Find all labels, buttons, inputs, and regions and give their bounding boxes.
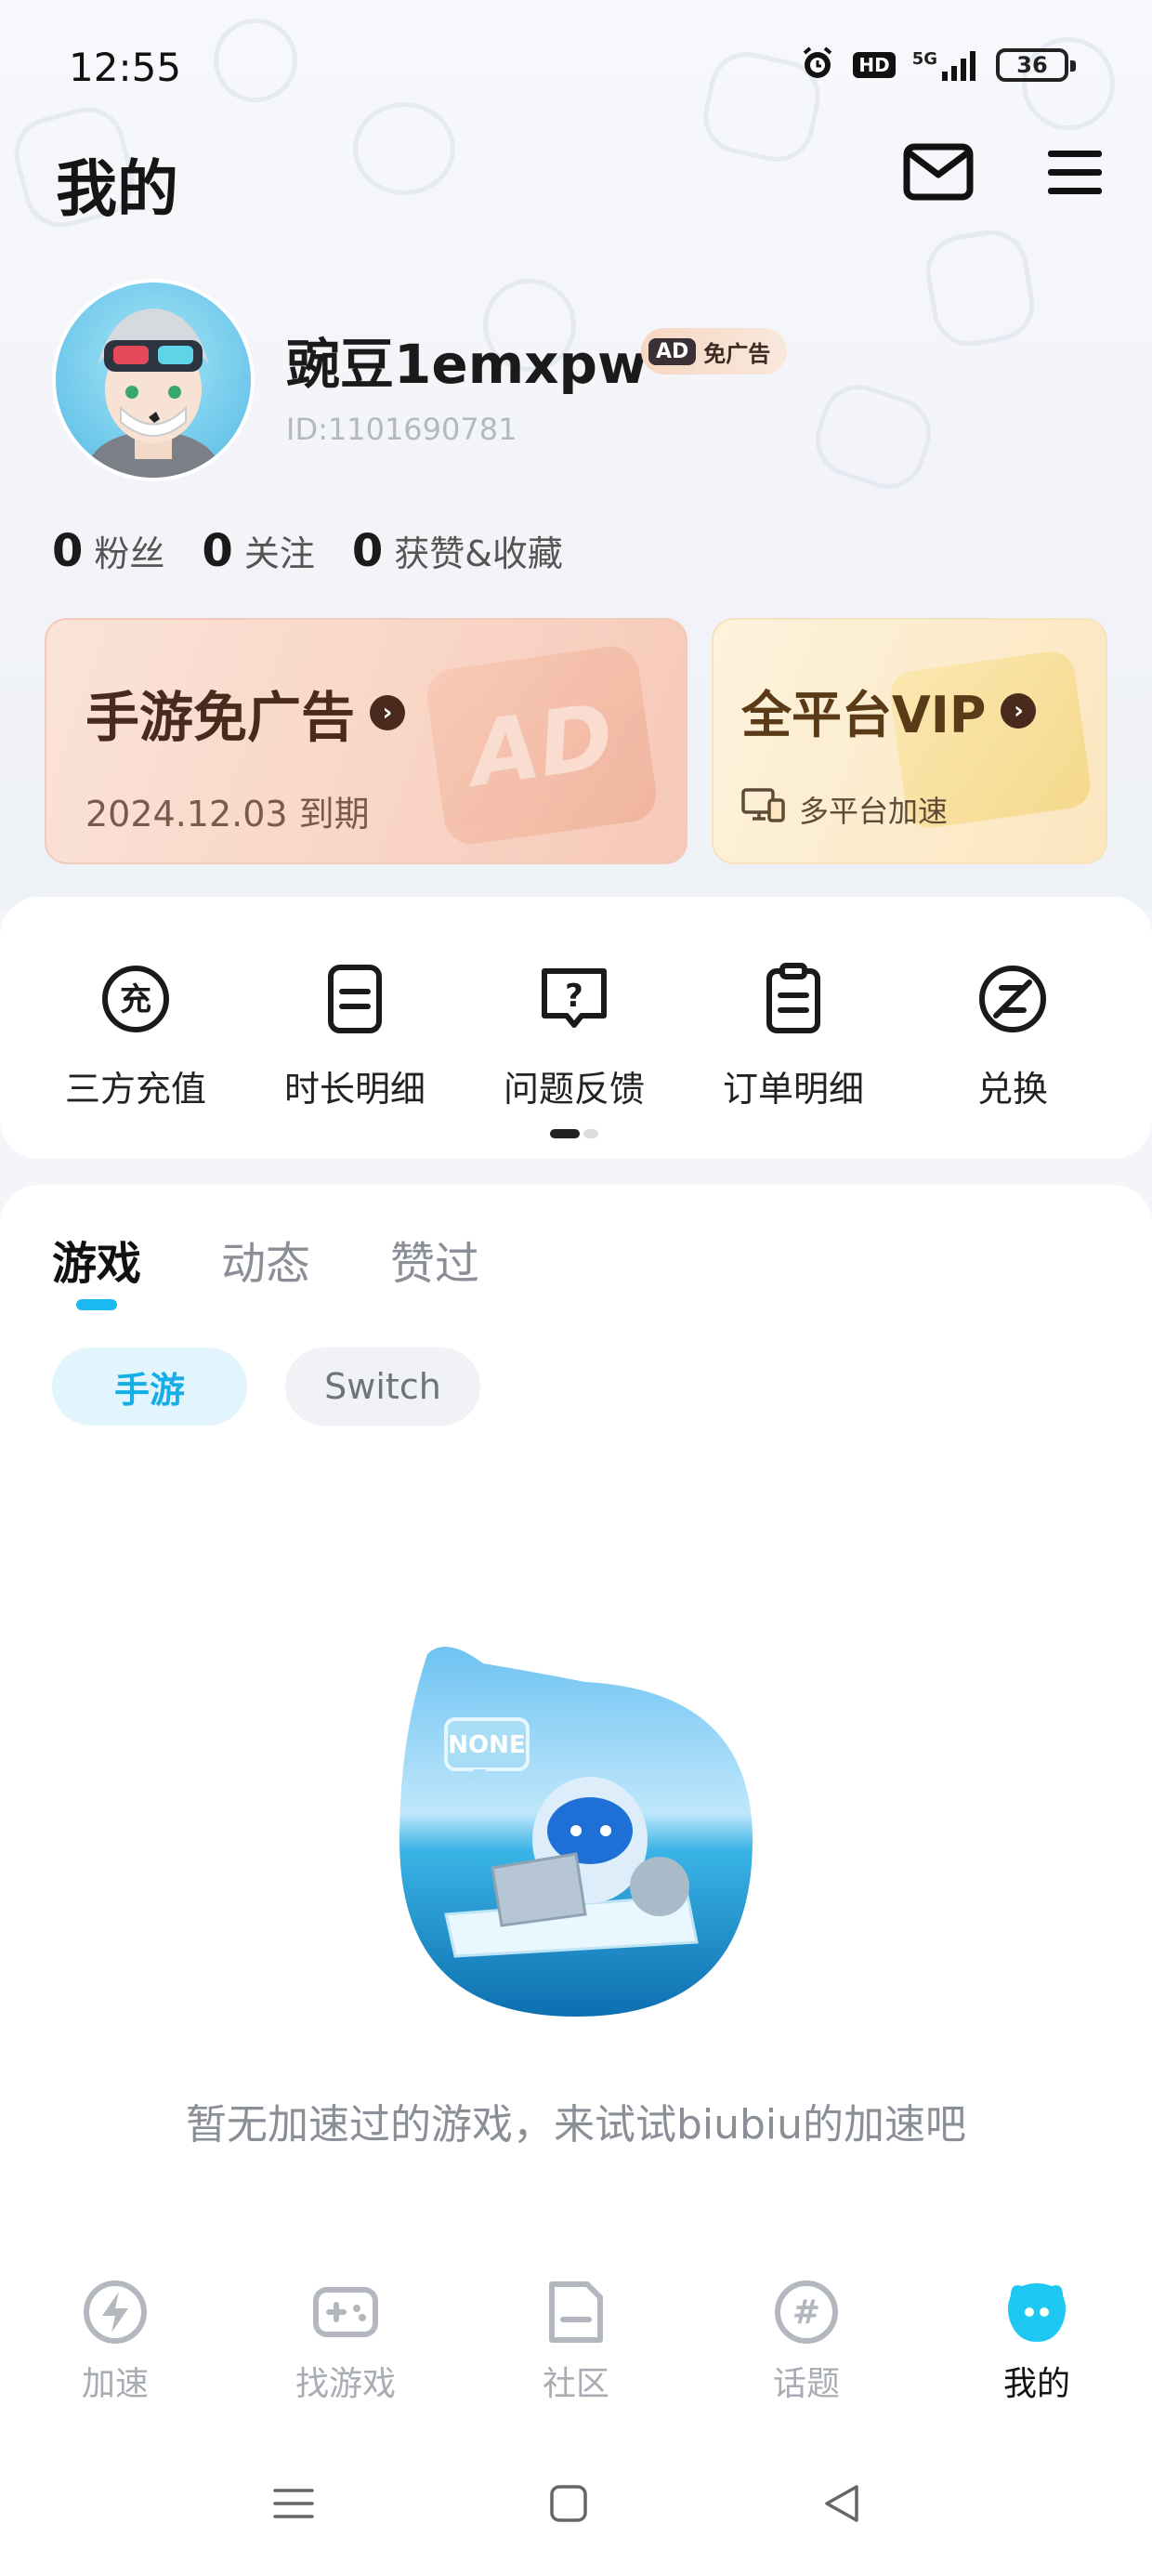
page-indicator <box>550 1129 598 1138</box>
tab-activity[interactable]: 动态 <box>221 1227 310 1292</box>
recent-apps-icon[interactable] <box>271 2481 316 2530</box>
quick-action-label: 时长明细 <box>283 1069 425 1110</box>
tab-liked[interactable]: 赞过 <box>390 1227 479 1292</box>
nav-label: 找游戏 <box>295 2365 396 2403</box>
empty-state-message: 暂无加速过的游戏，来试试biubiu的加速吧 <box>185 2101 967 2149</box>
nav-item-mine[interactable]: 我的 <box>944 2277 1130 2405</box>
nav-label: 我的 <box>1002 2365 1070 2403</box>
stat-fans[interactable]: 0 粉丝 <box>52 525 164 577</box>
filter-chip-switch[interactable]: Switch <box>285 1347 480 1426</box>
stat-count: 0 <box>52 525 84 577</box>
document-icon <box>541 2277 611 2351</box>
gamepad-icon <box>310 2277 381 2351</box>
page-title: 我的 <box>56 153 178 225</box>
page-dot <box>583 1129 598 1138</box>
alarm-icon <box>799 45 836 85</box>
ad-free-expiry: 2024.12.03 到期 <box>85 794 370 835</box>
ad-free-title: 手游免广告 › <box>85 674 406 752</box>
tab-indicator <box>76 1299 117 1310</box>
chevron-right-icon: › <box>1001 692 1037 729</box>
chevron-right-icon: › <box>370 695 406 730</box>
svg-text:?: ? <box>565 978 583 1015</box>
quick-action-label: 订单明细 <box>722 1069 864 1110</box>
vip-subtitle: 多平台加速 <box>741 787 948 832</box>
order-detail-icon <box>756 962 831 1040</box>
ad-free-badge[interactable]: AD 免广告 <box>641 328 788 375</box>
stat-count: 0 <box>351 525 384 577</box>
status-bar: 12:55 HD 5G 36 <box>0 0 1152 139</box>
status-time: 12:55 <box>69 45 182 90</box>
ad-free-card[interactable]: AD 手游免广告 › 2024.12.03 到期 <box>45 618 687 864</box>
network-icon: 5G <box>912 49 979 81</box>
user-id: ID:1101690781 <box>286 412 517 447</box>
avatar[interactable] <box>52 279 255 481</box>
svg-text:充: 充 <box>120 981 151 1019</box>
empty-state-illustration: NONE <box>390 1636 762 2026</box>
nav-item-community[interactable]: 社区 <box>483 2277 669 2405</box>
nav-label: 加速 <box>81 2365 149 2403</box>
profile-stats: 0 粉丝 0 关注 0 获赞&收藏 <box>52 525 563 577</box>
nav-item-accelerate[interactable]: 加速 <box>22 2277 208 2405</box>
recharge-icon: 充 <box>98 962 173 1040</box>
vip-title: 全平台VIP › <box>741 674 1037 747</box>
quick-action-redeem[interactable]: 兑换 <box>920 962 1106 1111</box>
stat-likes[interactable]: 0 获赞&收藏 <box>352 525 563 577</box>
quick-action-label: 三方充值 <box>64 1069 206 1110</box>
multi-device-icon <box>741 787 786 832</box>
quick-action-duration[interactable]: 时长明细 <box>262 962 448 1111</box>
username: 豌豆1emxpw <box>286 333 648 396</box>
bottom-navigation: 加速 找游戏 社区 # 话题 我的 <box>0 2249 1152 2416</box>
hashtag-icon: # <box>771 2277 842 2351</box>
quick-action-orders[interactable]: 订单明细 <box>700 962 886 1111</box>
svg-text:NONE: NONE <box>448 1731 525 1759</box>
quick-actions-panel: 充 三方充值 时长明细 ? 问题反馈 订单明细 兑换 <box>0 897 1152 1159</box>
nav-item-topics[interactable]: # 话题 <box>713 2277 899 2405</box>
ad-badge-icon: AD <box>648 337 697 365</box>
system-navigation-bar <box>0 2453 1152 2556</box>
quick-action-recharge[interactable]: 充 三方充值 <box>43 962 229 1111</box>
stat-label: 粉丝 <box>94 533 165 574</box>
ad-illustration: AD <box>423 642 661 848</box>
quick-action-label: 问题反馈 <box>503 1069 645 1110</box>
vip-card[interactable]: 全平台VIP › 多平台加速 <box>712 618 1107 864</box>
home-icon[interactable] <box>546 2481 591 2530</box>
mascot-icon <box>1001 2277 1072 2351</box>
duration-detail-icon <box>318 962 392 1040</box>
ad-badge-label: 免广告 <box>703 340 771 367</box>
quick-action-label: 兑换 <box>976 1069 1048 1110</box>
redeem-icon <box>975 962 1050 1040</box>
nav-label: 话题 <box>772 2365 840 2403</box>
nav-label: 社区 <box>542 2365 609 2403</box>
feedback-icon: ? <box>537 962 611 1040</box>
stat-label: 关注 <box>243 533 315 574</box>
menu-icon[interactable] <box>1044 141 1106 206</box>
svg-text:#: # <box>792 2293 820 2332</box>
battery-icon: 36 <box>996 48 1076 82</box>
quick-action-feedback[interactable]: ? 问题反馈 <box>481 962 667 1111</box>
nav-item-find-games[interactable]: 找游戏 <box>253 2277 439 2405</box>
page-dot-active <box>550 1129 580 1138</box>
status-icons: HD 5G 36 <box>799 45 1076 85</box>
filter-chip-mobile[interactable]: 手游 <box>52 1347 247 1426</box>
stat-following[interactable]: 0 关注 <box>202 525 314 577</box>
tab-games[interactable]: 游戏 <box>52 1227 141 1292</box>
stat-count: 0 <box>202 525 233 577</box>
stat-label: 获赞&收藏 <box>394 533 563 574</box>
mail-icon[interactable] <box>901 141 975 208</box>
back-icon[interactable] <box>819 2481 864 2530</box>
lightning-icon <box>80 2277 151 2351</box>
hd-icon: HD <box>853 52 896 78</box>
